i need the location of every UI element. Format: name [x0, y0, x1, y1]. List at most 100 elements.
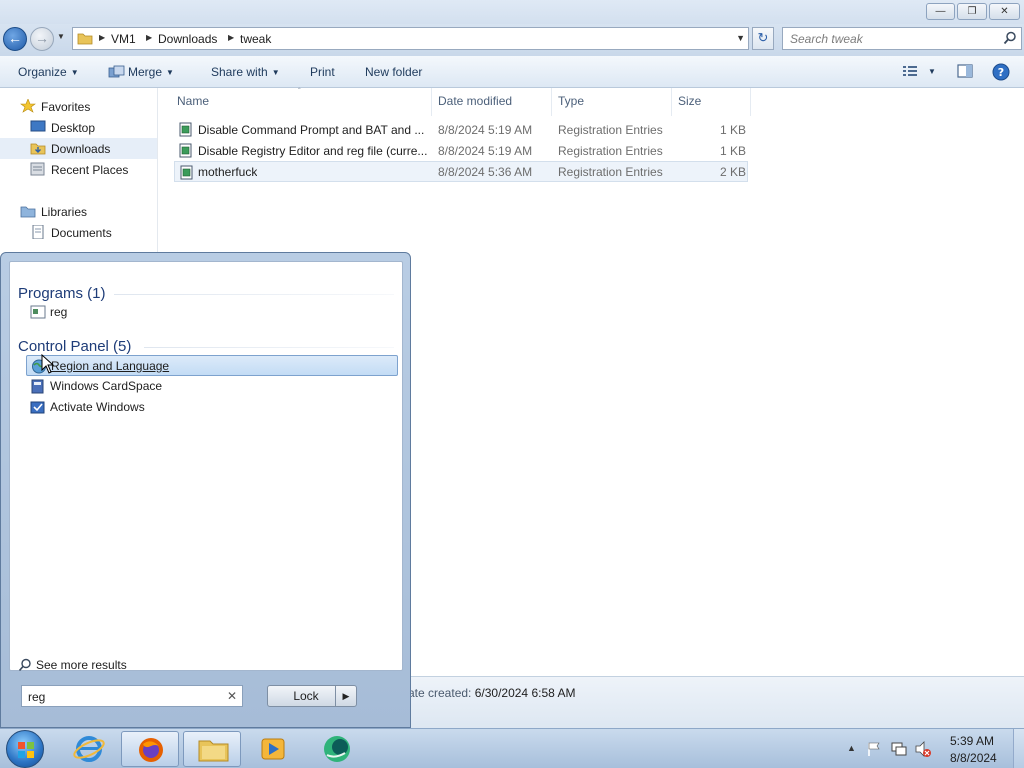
network-icon[interactable]: [890, 740, 908, 758]
date-created-field: ate created: 6/30/2024 6:58 AM: [408, 686, 575, 700]
address-bar[interactable]: ▶ VM1 ▶ Downloads ▶ tweak ▼: [72, 27, 749, 50]
search-icon[interactable]: [1003, 31, 1017, 45]
chevron-down-icon: ▼: [70, 68, 79, 77]
result-label: reg: [50, 305, 68, 319]
volume-muted-icon[interactable]: [914, 740, 932, 758]
breadcrumb-downloads[interactable]: Downloads: [158, 32, 217, 46]
nav-favorites[interactable]: Favorites: [0, 96, 157, 117]
share-with-button[interactable]: Share with ▼: [211, 65, 280, 79]
result-region-and-language[interactable]: Region and Language: [26, 355, 398, 376]
nav-libraries-label: Libraries: [41, 205, 88, 219]
search-icon: [18, 658, 31, 672]
nav-recent-places[interactable]: Recent Places: [0, 159, 157, 180]
help-button[interactable]: ?: [992, 63, 1010, 84]
view-options-button[interactable]: ▼: [902, 64, 936, 78]
star-icon: [20, 99, 36, 113]
file-type: Registration Entries: [558, 123, 663, 137]
clock-date[interactable]: 8/8/2024: [950, 751, 997, 765]
shutdown-options-arrow[interactable]: ▶: [335, 685, 357, 707]
programs-header[interactable]: Programs (1): [18, 285, 106, 302]
folder-icon: [77, 33, 93, 45]
print-button[interactable]: Print: [310, 65, 335, 79]
address-dropdown-icon[interactable]: ▼: [736, 33, 745, 43]
taskbar-windows-explorer[interactable]: [183, 731, 241, 767]
search-placeholder: Search tweak: [790, 32, 863, 46]
breadcrumb-separator-icon[interactable]: ▶: [146, 33, 152, 42]
date-created-label: ate created:: [408, 686, 472, 700]
share-with-label: Share with: [211, 65, 268, 79]
see-more-label: See more results: [36, 658, 127, 672]
address-row: ← → ▼ ▶ VM1 ▶ Downloads ▶ tweak ▼ ↻ Sear…: [0, 24, 1024, 56]
command-bar: Organize ▼ Merge ▼ Share with ▼ Print New f…: [0, 56, 1024, 88]
forward-button[interactable]: →: [30, 27, 54, 51]
taskbar-internet-explorer[interactable]: [60, 731, 118, 767]
lock-button[interactable]: Lock: [267, 685, 345, 707]
file-row[interactable]: Disable Command Prompt and BAT and ... 8…: [174, 119, 748, 140]
clock-time[interactable]: 5:39 AM: [950, 734, 994, 748]
column-date-modified[interactable]: Date modified: [438, 94, 512, 108]
merge-icon: [108, 65, 125, 78]
column-size[interactable]: Size: [678, 94, 701, 108]
breadcrumb-separator-icon[interactable]: ▶: [99, 33, 105, 42]
preview-pane-button[interactable]: [957, 64, 973, 81]
taskbar-firefox[interactable]: [121, 731, 179, 767]
column-name[interactable]: Name: [177, 94, 209, 108]
control-panel-header[interactable]: Control Panel (5): [18, 338, 131, 355]
nav-documents-label: Documents: [51, 226, 112, 240]
file-type: Registration Entries: [558, 165, 663, 179]
cardspace-icon: [31, 379, 44, 394]
taskbar-app[interactable]: [307, 731, 365, 767]
breadcrumb-tweak[interactable]: tweak: [240, 32, 271, 46]
column-separator[interactable]: [431, 88, 432, 116]
libraries-icon: [20, 206, 36, 218]
search-box[interactable]: Search tweak: [782, 27, 1022, 50]
result-label: Activate Windows: [50, 400, 145, 414]
close-button[interactable]: ✕: [989, 3, 1020, 20]
search-results-panel: Programs (1) reg Control Panel (5) Regio…: [9, 261, 403, 672]
desktop-icon: [30, 120, 46, 132]
organize-button[interactable]: Organize ▼: [18, 65, 79, 79]
start-button[interactable]: [6, 730, 44, 768]
result-windows-cardspace[interactable]: Windows CardSpace: [26, 376, 398, 397]
chevron-down-icon: ▼: [271, 68, 280, 77]
merge-button[interactable]: Merge ▼: [108, 65, 174, 79]
show-hidden-icons[interactable]: ▲: [847, 743, 856, 753]
nav-libraries[interactable]: Libraries: [0, 201, 157, 222]
view-list-icon: [903, 66, 917, 76]
nav-documents[interactable]: Documents: [0, 222, 157, 243]
action-center-flag-icon[interactable]: [866, 741, 882, 757]
file-row[interactable]: motherfuck 8/8/2024 5:36 AM Registration…: [174, 161, 748, 182]
result-label: Windows CardSpace: [50, 379, 163, 393]
start-search-input[interactable]: reg ✕: [21, 685, 243, 707]
recent-pages-dropdown[interactable]: ▼: [57, 32, 69, 46]
taskbar-media-player[interactable]: [244, 731, 302, 767]
minimize-button[interactable]: —: [926, 3, 955, 20]
windows-explorer-icon: [198, 740, 229, 762]
file-date: 8/8/2024 5:19 AM: [438, 144, 533, 158]
result-activate-windows[interactable]: Activate Windows: [26, 397, 398, 418]
downloads-folder-icon: [30, 143, 46, 155]
new-folder-button[interactable]: New folder: [365, 65, 422, 79]
column-separator[interactable]: [551, 88, 552, 116]
nav-desktop[interactable]: Desktop: [0, 117, 157, 138]
breadcrumb-vm1[interactable]: VM1: [111, 32, 136, 46]
column-separator[interactable]: [671, 88, 672, 116]
column-type[interactable]: Type: [558, 94, 584, 108]
file-row[interactable]: Disable Registry Editor and reg file (cu…: [174, 140, 748, 161]
recent-places-icon: [30, 162, 45, 176]
chevron-down-icon: ▼: [166, 68, 174, 77]
taskbar: ▲ 5:39 AM 8/8/2024: [0, 728, 1024, 768]
column-separator[interactable]: [750, 88, 751, 116]
file-name: motherfuck: [198, 165, 258, 179]
clear-search-icon[interactable]: ✕: [227, 689, 237, 703]
restore-button[interactable]: ❐: [957, 3, 987, 20]
registry-file-icon: [179, 122, 192, 137]
nav-downloads[interactable]: Downloads: [0, 138, 157, 159]
result-reg[interactable]: reg: [26, 302, 398, 323]
breadcrumb-separator-icon[interactable]: ▶: [228, 33, 234, 42]
refresh-button[interactable]: ↻: [752, 27, 774, 50]
media-player-icon: [261, 738, 285, 760]
back-button[interactable]: ←: [3, 27, 27, 51]
file-size: 1 KB: [720, 123, 747, 137]
show-desktop-button[interactable]: [1013, 729, 1024, 768]
